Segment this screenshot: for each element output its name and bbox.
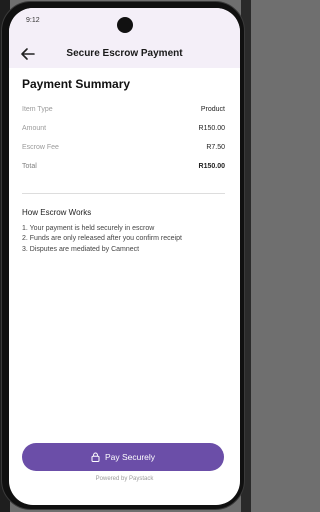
summary-row-value: Product (200, 106, 225, 113)
status-time: 9:12 (26, 17, 40, 24)
section-divider (22, 193, 225, 194)
summary-row-escrow-fee: Escrow Fee R7.50 (22, 144, 225, 154)
escrow-step: 1. Your payment is held securely in escr… (22, 225, 155, 232)
summary-row-amount: Amount R150.00 (22, 125, 225, 135)
escrow-step: 3. Disputes are mediated by Camnect (22, 246, 140, 253)
page-title: Secure Escrow Payment (66, 48, 183, 59)
summary-row-value: R150.00 (198, 125, 225, 132)
phone-screen: 9:12 Secure Escrow Payment Payment Summa… (9, 8, 240, 505)
how-escrow-title: How Escrow Works (22, 208, 92, 217)
summary-row-value: R150.00 (198, 163, 225, 170)
lock-icon (91, 452, 100, 462)
phone-frame: 9:12 Secure Escrow Payment Payment Summa… (1, 1, 245, 510)
summary-row-label: Total (22, 163, 37, 170)
app-bar: Secure Escrow Payment (9, 40, 240, 68)
payment-summary-title: Payment Summary (22, 77, 131, 91)
summary-row-label: Item Type (22, 106, 53, 113)
status-bar: 9:12 (9, 8, 240, 40)
escrow-step: 2. Funds are only released after you con… (22, 235, 182, 242)
summary-row-label: Amount (22, 125, 47, 132)
summary-row-label: Escrow Fee (22, 144, 59, 151)
pay-button-label: Pay Securely (104, 452, 156, 462)
summary-row-value: R7.50 (206, 144, 225, 151)
pay-securely-button[interactable]: Pay Securely (22, 443, 224, 471)
summary-row-item-type: Item Type Product (22, 106, 225, 116)
summary-row-total: Total R150.00 (22, 163, 225, 173)
powered-by-text: Powered by Paystack (95, 476, 154, 482)
camera-cutout (117, 17, 133, 33)
